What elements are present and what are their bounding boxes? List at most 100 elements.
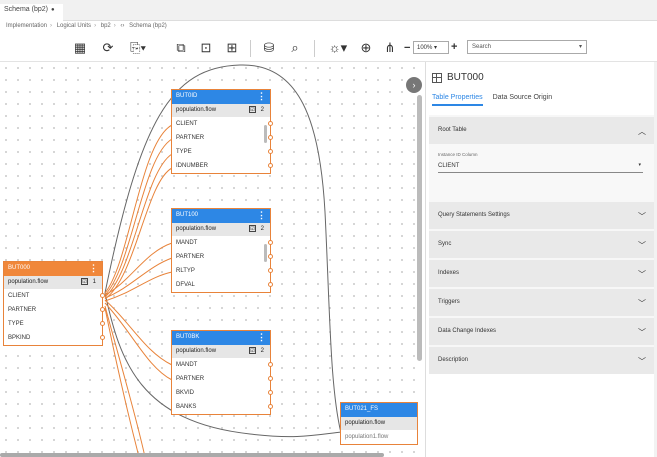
column-row[interactable]: CLIENT (4, 289, 105, 303)
refresh-icon[interactable]: ⟳ (100, 40, 116, 56)
port-icon[interactable] (268, 404, 273, 409)
tab-data-source-origin[interactable]: Data Source Origin (493, 94, 553, 106)
breadcrumb-item[interactable]: Logical Units (57, 23, 91, 29)
port-icon[interactable] (268, 254, 273, 259)
chevron-down-icon: ﹀ (638, 212, 646, 221)
breadcrumb-item[interactable]: Schema (bp2) (129, 23, 167, 29)
column-row[interactable]: BPKIND (4, 331, 105, 345)
section-indexes[interactable]: Indexes ﹀ (429, 258, 656, 287)
bulb-icon[interactable]: ☼▾ (327, 40, 349, 56)
checkbox[interactable]: ☑ (249, 106, 256, 113)
tree-icon[interactable]: ⋔ (382, 40, 398, 56)
port-icon[interactable] (268, 135, 273, 140)
more-vertical-icon[interactable]: ⋮ (257, 91, 266, 102)
column-name: IDNUMBER (176, 163, 209, 169)
checkbox[interactable]: ☑ (81, 278, 88, 285)
toolbar-divider (250, 40, 251, 57)
field-value: CLIENT (438, 163, 460, 169)
table-header[interactable]: BUT100 ⋮ (172, 209, 270, 223)
column-row[interactable]: PARTNER (4, 303, 105, 317)
table-node-but100[interactable]: BUT100 ⋮ population.flow ☑ 2 MANDT PARTNER … (171, 208, 273, 293)
port-icon[interactable] (268, 376, 273, 381)
collapse-panel-button[interactable]: › (406, 77, 422, 93)
focus-icon[interactable]: ⊡ (198, 40, 214, 56)
table-header[interactable]: BUT0BK ⋮ (172, 331, 270, 345)
section-sync[interactable]: Sync ﹀ (429, 229, 656, 258)
fit-icon[interactable]: ⧉ (173, 40, 189, 56)
column-row[interactable]: BKVID (172, 386, 273, 400)
column-row[interactable]: DFVAL (172, 278, 273, 292)
column-row[interactable]: MANDT (172, 358, 273, 372)
section-triggers[interactable]: Triggers ﹀ (429, 287, 656, 316)
port-icon[interactable] (100, 293, 105, 298)
chevron-right-icon: › (94, 23, 97, 29)
section-label: Root Table (438, 127, 467, 133)
table-header[interactable]: BUT0ID ⋮ (172, 90, 270, 104)
chevron-right-icon: › (50, 23, 53, 29)
section-root-table[interactable]: Root Table ︿ (429, 115, 656, 144)
tab-table-properties[interactable]: Table Properties (432, 94, 483, 106)
tab-schema[interactable]: Schema (bp2) ● (0, 4, 63, 21)
table-node-but000[interactable]: BUT000 ⋮ population.flow ☑ 1 CLIENT PARTNER… (3, 261, 105, 346)
schema-canvas[interactable]: BUT0ID ⋮ population.flow ☑ 2 CLIENT PARTNER… (0, 62, 424, 457)
section-data-change-indexes[interactable]: Data Change Indexes ﹀ (429, 316, 656, 345)
column-row[interactable]: PARTNER (172, 250, 273, 264)
table-node-but0bk[interactable]: BUT0BK ⋮ population.flow ☑ 2 MANDT PARTNER … (171, 330, 273, 415)
column-row[interactable]: CLIENT (172, 117, 273, 131)
column-row[interactable]: TYPE (4, 317, 105, 331)
checkbox[interactable]: ☑ (249, 225, 256, 232)
canvas-horizontal-scrollbar[interactable] (0, 453, 384, 457)
port-icon[interactable] (268, 282, 273, 287)
port-icon[interactable] (268, 268, 273, 273)
flow-name: population.flow (345, 420, 386, 426)
database-icon[interactable]: ⛁ (261, 40, 277, 56)
table-scrollbar[interactable] (264, 125, 267, 143)
port-icon[interactable] (268, 240, 273, 245)
export-icon[interactable]: ⎘▾ (127, 40, 149, 56)
table-icon[interactable]: ▦ (72, 40, 88, 56)
column-row[interactable]: BANKS (172, 400, 273, 414)
more-vertical-icon[interactable]: ⋮ (89, 263, 98, 274)
table-node-but021-fs[interactable]: BUT021_FS population.flow population1.fl… (340, 402, 418, 445)
table-name: BUT000 (8, 265, 31, 271)
chevron-down-icon: ▾ (638, 162, 641, 168)
section-label: Indexes (438, 270, 460, 276)
port-icon[interactable] (268, 390, 273, 395)
more-vertical-icon[interactable]: ⋮ (257, 332, 266, 343)
column-row[interactable]: IDNUMBER (172, 159, 273, 173)
zoom-out-button[interactable]: − (404, 42, 410, 54)
port-icon[interactable] (268, 163, 273, 168)
zoom-select[interactable]: 100% ▾ (413, 41, 449, 54)
port-icon[interactable] (100, 335, 105, 340)
zoom-in-icon[interactable]: ⊕ (358, 40, 374, 56)
port-icon[interactable] (268, 121, 273, 126)
column-row[interactable]: PARTNER (172, 372, 273, 386)
query-icon[interactable]: ⌕ (287, 40, 303, 56)
port-icon[interactable] (268, 149, 273, 154)
instance-id-select[interactable]: CLIENT ▾ (438, 161, 643, 173)
more-vertical-icon[interactable]: ⋮ (257, 210, 266, 221)
section-description[interactable]: Description ﹀ (429, 345, 656, 374)
breadcrumb-item[interactable]: Implementation (6, 23, 47, 29)
port-icon[interactable] (268, 362, 273, 367)
canvas-vertical-scrollbar[interactable] (417, 95, 422, 361)
chevron-up-icon: ︿ (638, 127, 646, 136)
table-header[interactable]: BUT021_FS (341, 403, 417, 417)
checkbox[interactable]: ☑ (249, 347, 256, 354)
layout-icon[interactable]: ⊞ (224, 40, 240, 56)
column-row[interactable]: TYPE (172, 145, 273, 159)
section-query-statements[interactable]: Query Statements Settings ﹀ (429, 200, 656, 229)
column-row[interactable]: MANDT (172, 236, 273, 250)
zoom-in-button[interactable]: + (451, 41, 457, 53)
table-node-but0id[interactable]: BUT0ID ⋮ population.flow ☑ 2 CLIENT PARTNER… (171, 89, 273, 174)
table-name: BUT0BK (176, 334, 200, 340)
search-input[interactable]: Search ▾ (467, 40, 587, 54)
population-row: population1.flow (341, 430, 417, 444)
column-row[interactable]: RLTYP (172, 264, 273, 278)
table-header[interactable]: BUT000 ⋮ (4, 262, 102, 276)
column-row[interactable]: PARTNER (172, 131, 273, 145)
port-icon[interactable] (100, 321, 105, 326)
table-scrollbar[interactable] (264, 244, 267, 262)
breadcrumb-item[interactable]: bp2 (101, 23, 111, 29)
port-icon[interactable] (100, 307, 105, 312)
